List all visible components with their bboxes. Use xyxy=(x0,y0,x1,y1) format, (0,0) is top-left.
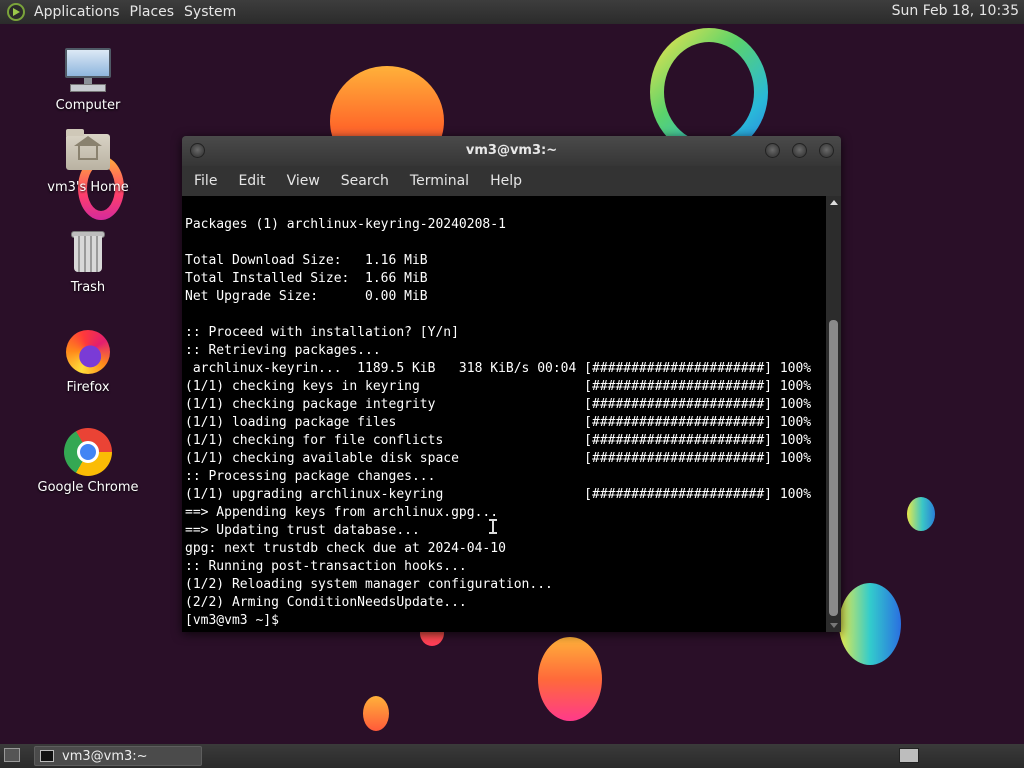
desktop-icon-label: Computer xyxy=(55,98,121,113)
desktop-icon-label: Google Chrome xyxy=(37,480,139,495)
wallpaper-teal-blob xyxy=(907,497,935,531)
text-cursor-icon xyxy=(489,519,497,534)
firefox-icon xyxy=(64,328,112,376)
top-panel: Applications Places System Sun Feb 18, 1… xyxy=(0,0,1024,24)
desktop-icon-trash[interactable]: Trash xyxy=(33,228,143,295)
close-button[interactable] xyxy=(819,143,834,158)
desktop-icon-chrome[interactable]: Google Chrome xyxy=(33,428,143,495)
show-desktop-icon[interactable] xyxy=(4,748,20,762)
desktop-icon-home[interactable]: vm3's Home xyxy=(33,128,143,195)
terminal-window[interactable]: vm3@vm3:~ File Edit View Search Terminal… xyxy=(182,136,841,632)
terminal-menubar: File Edit View Search Terminal Help xyxy=(182,166,841,196)
menu-terminal[interactable]: Terminal xyxy=(398,173,478,189)
window-title: vm3@vm3:~ xyxy=(465,143,558,158)
system-menu[interactable]: System xyxy=(181,4,243,20)
desktop-icon-computer[interactable]: Computer xyxy=(33,46,143,113)
wallpaper-orange-small-blob xyxy=(363,696,389,731)
chrome-icon xyxy=(64,428,112,476)
terminal-scrollbar[interactable] xyxy=(826,196,841,632)
scroll-down-arrow-icon[interactable] xyxy=(830,623,838,628)
scroll-up-arrow-icon[interactable] xyxy=(830,200,838,205)
scroll-thumb[interactable] xyxy=(829,320,838,616)
clock[interactable]: Sun Feb 18, 10:35 xyxy=(892,3,1019,19)
menu-view[interactable]: View xyxy=(275,173,329,189)
computer-icon xyxy=(64,46,112,94)
maximize-button[interactable] xyxy=(792,143,807,158)
minimize-button[interactable] xyxy=(765,143,780,158)
places-menu[interactable]: Places xyxy=(127,4,182,20)
window-titlebar[interactable]: vm3@vm3:~ xyxy=(182,136,841,166)
trash-icon xyxy=(64,228,112,276)
menu-file[interactable]: File xyxy=(182,173,226,189)
menu-help[interactable]: Help xyxy=(478,173,531,189)
distro-logo-icon[interactable] xyxy=(7,3,25,21)
terminal-icon xyxy=(40,750,54,762)
terminal-output: Packages (1) archlinux-keyring-20240208-… xyxy=(185,217,812,628)
menu-edit[interactable]: Edit xyxy=(226,173,274,189)
workspace-switcher[interactable] xyxy=(899,748,919,763)
taskbar-item-terminal[interactable]: vm3@vm3:~ xyxy=(34,746,202,766)
desktop-icon-label: vm3's Home xyxy=(47,180,129,195)
terminal-output-area[interactable]: Packages (1) archlinux-keyring-20240208-… xyxy=(182,196,826,632)
menu-search[interactable]: Search xyxy=(329,173,398,189)
bottom-panel: vm3@vm3:~ xyxy=(0,744,1024,768)
home-folder-icon xyxy=(64,128,112,176)
desktop-icon-label: Firefox xyxy=(66,380,110,395)
desktop-icon-firefox[interactable]: Firefox xyxy=(33,328,143,395)
wallpaper-big-teal-blob xyxy=(839,583,901,665)
taskbar-item-label: vm3@vm3:~ xyxy=(62,748,148,764)
wallpaper-orange-mid-blob xyxy=(538,637,602,721)
applications-menu[interactable]: Applications xyxy=(31,4,127,20)
desktop-icon-label: Trash xyxy=(70,280,106,295)
